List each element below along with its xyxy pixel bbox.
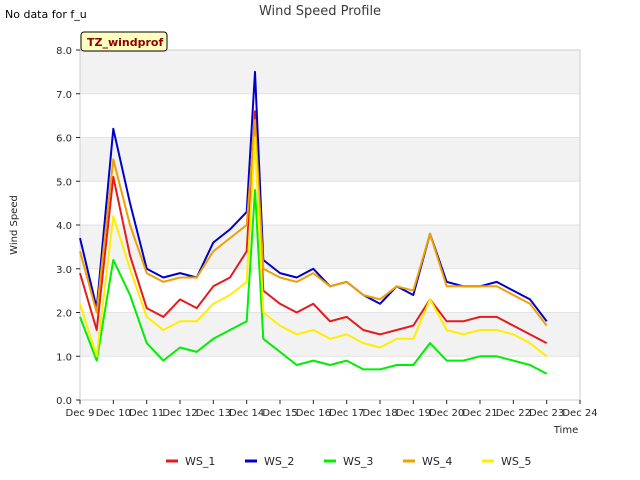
site-badge-label: TZ_windprof — [87, 36, 163, 49]
x-tick-label: Dec 23 — [529, 408, 564, 419]
legend: WS_1 WS_2 WS_3 WS_4 WS_5 — [166, 455, 531, 468]
legend-label: WS_2 — [264, 455, 294, 468]
x-tick-label: Dec 10 — [96, 408, 131, 419]
wind-speed-chart: 0.01.02.03.04.05.06.07.08.0 Dec 9 Dec 10D… — [5, 4, 598, 468]
x-axis-ticks: Dec 9 Dec 10Dec 11Dec 12Dec 13Dec 14Dec 1… — [66, 400, 598, 419]
y-tick-label: 6.0 — [56, 134, 72, 145]
legend-label: WS_4 — [422, 455, 452, 468]
legend-label: WS_1 — [185, 455, 215, 468]
background-band — [80, 312, 580, 357]
y-tick-label: 4.0 — [56, 221, 72, 232]
legend-label: WS_3 — [343, 455, 373, 468]
x-axis-label: Time — [553, 425, 578, 436]
x-tick-label: Dec 12 — [162, 408, 197, 419]
site-badge: TZ_windprof — [80, 31, 168, 52]
x-tick-label: Dec 16 — [296, 408, 331, 419]
x-tick-label: Dec 21 — [462, 408, 497, 419]
y-axis-ticks: 0.0 1.0 2.0 3.0 4.0 5.0 6.0 7.0 8.0 — [56, 46, 80, 407]
x-tick-label: Dec 20 — [429, 408, 464, 419]
x-tick-label: Dec 15 — [262, 408, 297, 419]
y-tick-label: 1.0 — [56, 352, 72, 363]
background-band — [80, 93, 580, 138]
x-tick-label: Dec 17 — [329, 408, 364, 419]
legend-label: WS_5 — [501, 455, 531, 468]
chart-title: Wind Speed Profile — [259, 4, 381, 19]
y-tick-label: 0.0 — [56, 396, 72, 407]
no-data-note: No data for f_u — [5, 8, 87, 21]
x-tick-label: Dec 11 — [129, 408, 164, 419]
background-band — [80, 356, 580, 400]
y-tick-label: 7.0 — [56, 90, 72, 101]
background-band — [80, 137, 580, 182]
x-tick-label: Dec 9 — [66, 408, 95, 419]
x-tick-label: Dec 18 — [362, 408, 397, 419]
x-tick-label: Dec 22 — [496, 408, 531, 419]
x-tick-label: Dec 24 — [562, 408, 597, 419]
background-band — [80, 181, 580, 225]
background-band — [80, 50, 580, 94]
background-band — [80, 225, 580, 269]
x-tick-label: Dec 13 — [196, 408, 231, 419]
y-tick-label: 8.0 — [56, 46, 72, 57]
y-axis-label: Wind Speed — [9, 195, 20, 255]
y-tick-label: 5.0 — [56, 177, 72, 188]
y-tick-label: 3.0 — [56, 265, 72, 276]
x-tick-label: Dec 14 — [229, 408, 264, 419]
y-tick-label: 2.0 — [56, 309, 72, 320]
x-tick-label: Dec 19 — [396, 408, 431, 419]
